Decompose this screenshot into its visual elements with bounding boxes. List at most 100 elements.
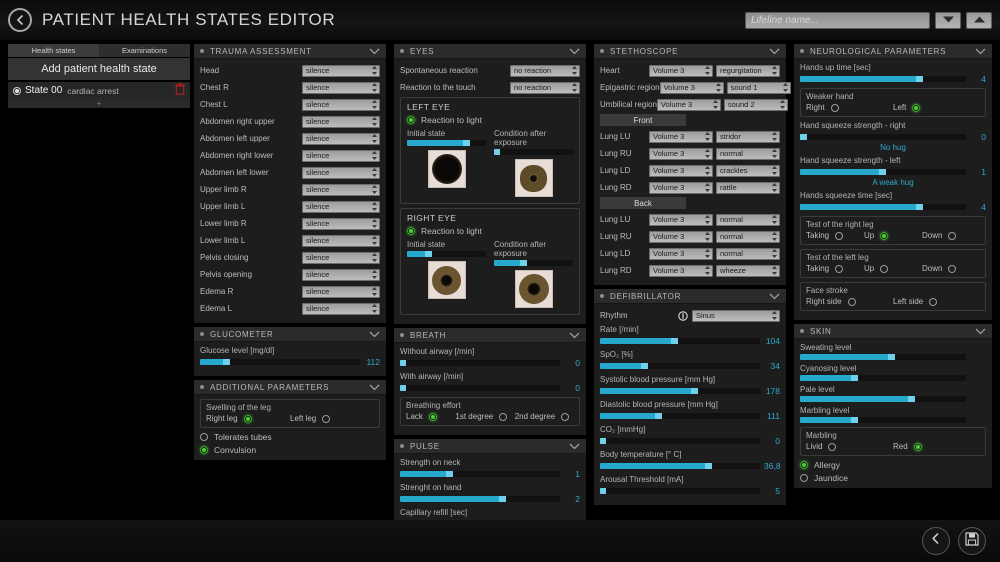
slider-track[interactable] (800, 76, 966, 82)
radio-icon[interactable] (847, 297, 856, 306)
panel-neurological-header[interactable]: NEUROLOGICAL PARAMETERS (794, 44, 992, 59)
trauma-select-edema-l[interactable]: silence (302, 302, 380, 315)
trauma-select-pelvis-closing[interactable]: silence (302, 251, 380, 264)
slider-track[interactable] (494, 149, 573, 155)
tab-examinations[interactable]: Examinations (99, 44, 190, 57)
radio-icon[interactable] (200, 446, 208, 454)
option-marbling-livid[interactable]: Livid (806, 442, 893, 451)
lifeline-name-input[interactable] (745, 11, 930, 29)
left-eye-reaction-to-light[interactable]: Reaction to light (407, 115, 573, 125)
chevron-down-icon[interactable] (769, 287, 780, 305)
slider-track[interactable] (800, 204, 966, 210)
slider-track[interactable] (600, 388, 760, 394)
state-selected-radio[interactable] (13, 86, 21, 95)
chevron-down-icon[interactable] (769, 42, 780, 60)
radio-icon[interactable] (835, 231, 844, 240)
radio-icon[interactable] (880, 231, 889, 240)
option-face-right[interactable]: Right side (806, 297, 893, 306)
chevron-down-icon[interactable] (975, 322, 986, 340)
option-swelling-right[interactable]: Right leg (206, 414, 290, 423)
steth-volume-heart[interactable]: Volume 3 (649, 64, 713, 77)
chevron-down-icon[interactable] (975, 42, 986, 60)
radio-icon[interactable] (913, 442, 922, 451)
slider-track[interactable] (800, 354, 966, 360)
steth-volume-umbilical[interactable]: Volume 3 (656, 98, 721, 111)
chevron-down-icon[interactable] (569, 437, 580, 455)
info-icon[interactable] (678, 310, 688, 321)
trauma-select-upper-r[interactable]: silence (302, 183, 380, 196)
radio-icon[interactable] (322, 414, 331, 423)
chevron-down-icon[interactable] (569, 42, 580, 60)
steth-volume-back-ld[interactable]: Volume 3 (649, 247, 713, 260)
steth-sound-back-rd[interactable]: wheeze (716, 264, 780, 277)
panel-pulse-header[interactable]: PULSE (394, 439, 586, 454)
steth-volume-front-ru[interactable]: Volume 3 (649, 147, 713, 160)
trauma-select-abd-rl[interactable]: silence (302, 149, 380, 162)
list-item[interactable]: State 00 cardiac arrest (8, 82, 190, 99)
radio-icon[interactable] (948, 264, 957, 273)
slider-track[interactable] (200, 359, 360, 365)
footer-back-button[interactable] (922, 527, 950, 555)
slider-track[interactable] (400, 360, 560, 366)
slider-track[interactable] (600, 338, 760, 344)
panel-skin-header[interactable]: SKIN (794, 324, 992, 339)
steth-volume-back-lu[interactable]: Volume 3 (649, 213, 713, 226)
slider-track[interactable] (800, 134, 966, 140)
trauma-select-chest-l[interactable]: silence (302, 98, 380, 111)
radio-icon[interactable] (407, 227, 415, 235)
steth-sound-front-rd[interactable]: rattle (716, 181, 780, 194)
trauma-select-chest-r[interactable]: silence (302, 81, 380, 94)
trauma-select-upper-l[interactable]: silence (302, 200, 380, 213)
radio-icon[interactable] (407, 116, 415, 124)
chevron-down-icon[interactable] (369, 378, 380, 396)
option-swelling-left[interactable]: Left leg (290, 414, 374, 423)
slider-track[interactable] (407, 251, 486, 257)
option-weaker-right[interactable]: Right (806, 103, 893, 112)
slider-track[interactable] (600, 438, 760, 444)
radio-icon[interactable] (561, 412, 570, 421)
radio-icon[interactable] (929, 297, 938, 306)
right-eye-reaction-to-light[interactable]: Reaction to light (407, 226, 573, 236)
steth-sound-back-lu[interactable]: normal (716, 213, 780, 226)
eyes-select-touch[interactable]: no reaction (510, 81, 580, 94)
add-state-row[interactable]: + (8, 99, 190, 108)
steth-sound-front-ld[interactable]: crackles (716, 164, 780, 177)
panel-eyes-header[interactable]: EYES (394, 44, 586, 59)
steth-volume-back-ru[interactable]: Volume 3 (649, 230, 713, 243)
slider-track[interactable] (407, 140, 486, 146)
option-face-left[interactable]: Left side (893, 297, 980, 306)
radio-icon[interactable] (912, 103, 921, 112)
steth-sound-back-ru[interactable]: normal (716, 230, 780, 243)
option-weaker-left[interactable]: Left (893, 103, 980, 112)
steth-sound-back-ld[interactable]: normal (716, 247, 780, 260)
footer-save-button[interactable] (958, 527, 986, 555)
slider-track[interactable] (800, 375, 966, 381)
checkbox-convulsion[interactable]: Convulsion (200, 445, 380, 455)
steth-volume-front-rd[interactable]: Volume 3 (649, 181, 713, 194)
lifeline-dropdown-button[interactable] (935, 11, 961, 29)
option-right-leg-taking[interactable]: Taking (806, 231, 864, 240)
slider-track[interactable] (494, 260, 573, 266)
trauma-select-lower-r[interactable]: silence (302, 217, 380, 230)
radio-icon[interactable] (880, 264, 889, 273)
slider-track[interactable] (400, 496, 560, 502)
trash-icon[interactable] (175, 82, 185, 100)
chevron-down-icon[interactable] (569, 326, 580, 344)
header-back-button[interactable] (8, 8, 32, 32)
option-effort-lack[interactable]: Lack (406, 412, 455, 421)
trauma-select-abd-ll[interactable]: silence (302, 166, 380, 179)
chevron-down-icon[interactable] (369, 42, 380, 60)
slider-track[interactable] (600, 463, 760, 469)
steth-sound-front-lu[interactable]: stridor (716, 130, 780, 143)
trauma-select-pelvis-opening[interactable]: silence (302, 268, 380, 281)
option-effort-2nd[interactable]: 2nd degree (515, 412, 574, 421)
option-left-leg-up[interactable]: Up (864, 264, 922, 273)
chevron-down-icon[interactable] (369, 325, 380, 343)
trauma-select-edema-r[interactable]: silence (302, 285, 380, 298)
panel-additional-header[interactable]: ADDITIONAL PARAMETERS (194, 380, 386, 395)
radio-icon[interactable] (200, 433, 208, 441)
add-patient-health-state-button[interactable]: Add patient health state (8, 58, 190, 80)
slider-track[interactable] (800, 396, 966, 402)
slider-track[interactable] (400, 385, 560, 391)
trauma-select-abd-ru[interactable]: silence (302, 115, 380, 128)
